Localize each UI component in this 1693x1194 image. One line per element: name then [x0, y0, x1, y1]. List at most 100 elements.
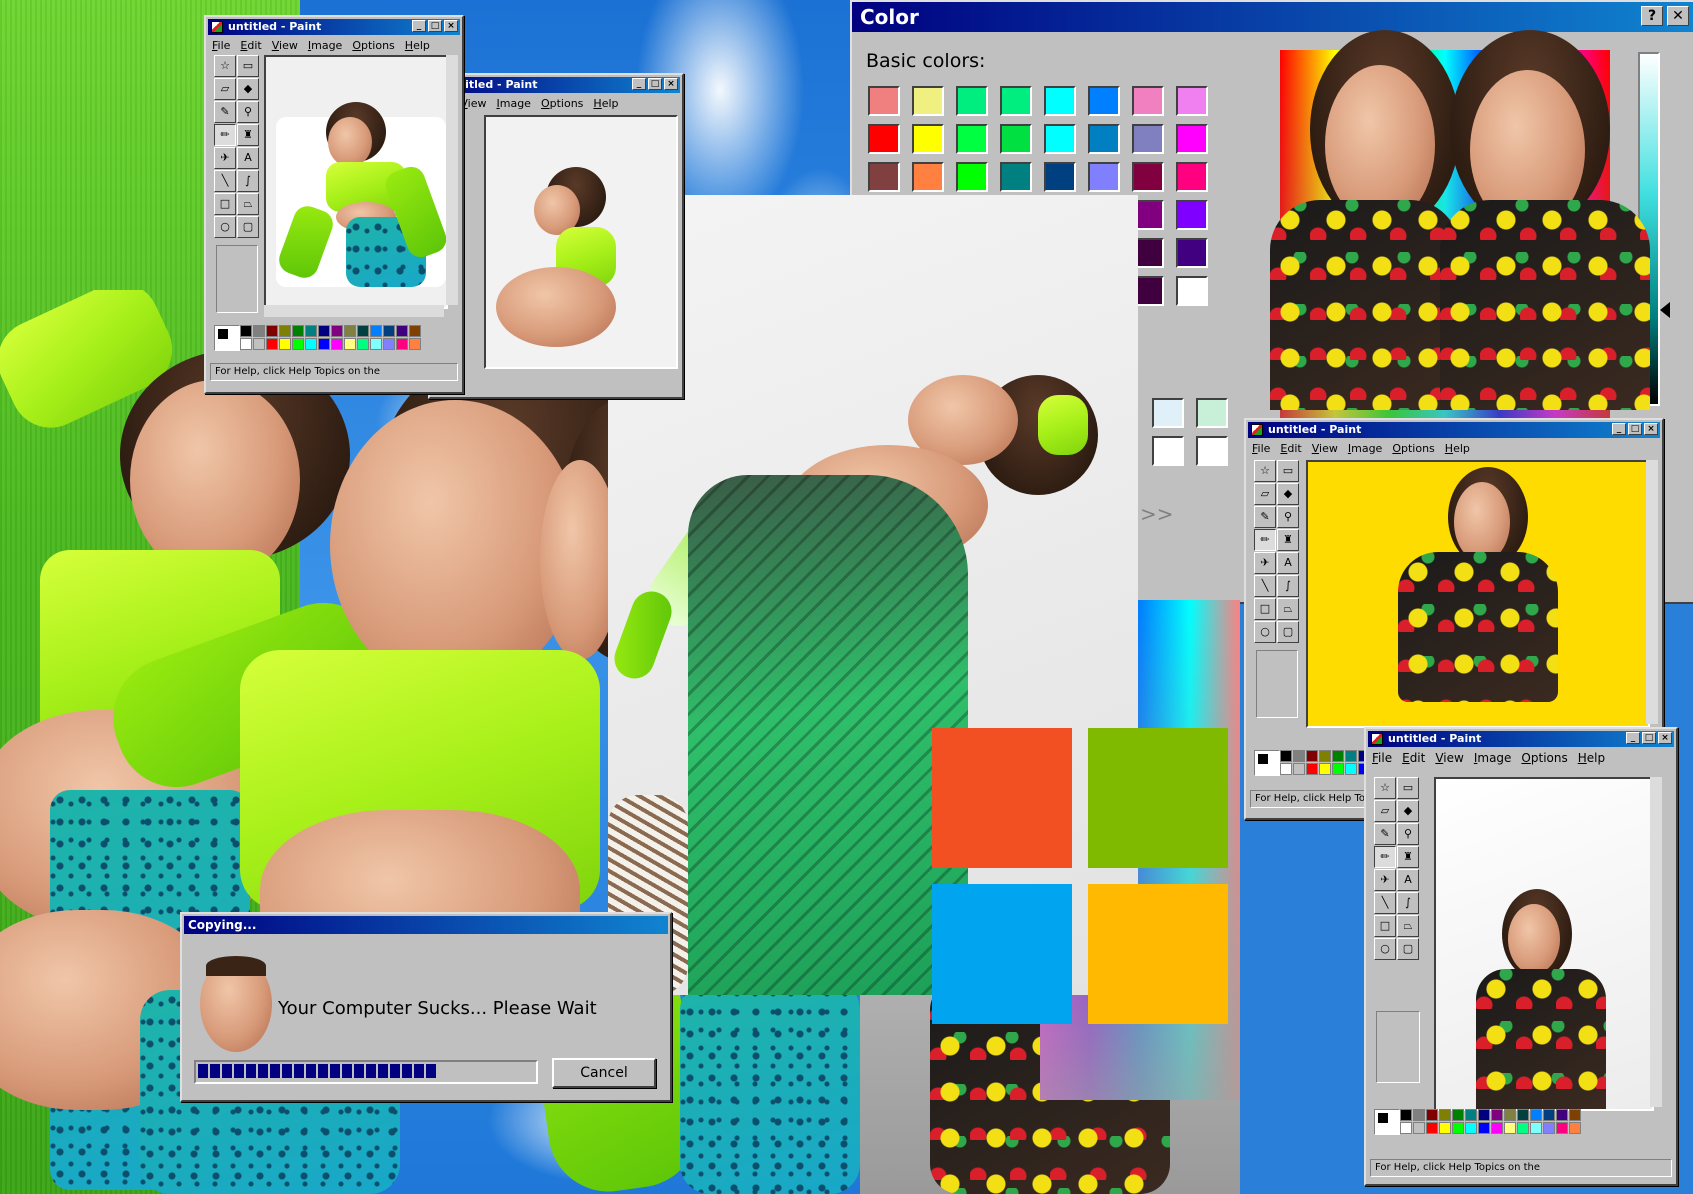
vertical-scrollbar[interactable] [1650, 777, 1662, 1107]
line-icon[interactable]: ╲ [1374, 892, 1396, 914]
palette-swatch[interactable] [1319, 750, 1331, 762]
basic-color-swatch[interactable] [1044, 124, 1076, 154]
maximize-button[interactable]: □ [1628, 423, 1642, 435]
line-icon[interactable]: ╲ [214, 170, 236, 192]
maximize-button[interactable]: □ [1642, 732, 1656, 744]
curve-icon[interactable]: ∫ [1397, 892, 1419, 914]
menu-options[interactable]: Options [1521, 751, 1567, 765]
picker-icon[interactable]: ✎ [214, 101, 236, 123]
menu-help[interactable]: Help [1445, 442, 1470, 455]
menu-edit[interactable]: Edit [1280, 442, 1301, 455]
rect-select-icon[interactable]: ▭ [237, 55, 259, 77]
palette-swatch[interactable] [1530, 1122, 1542, 1134]
basic-color-swatch[interactable] [1088, 124, 1120, 154]
polygon-icon[interactable]: ⏢ [1397, 915, 1419, 937]
close-button[interactable]: × [444, 20, 458, 32]
fill-icon[interactable]: ◆ [237, 78, 259, 100]
menu-edit[interactable]: Edit [240, 39, 261, 52]
menu-image[interactable]: Image [1348, 442, 1382, 455]
basic-color-swatch[interactable] [912, 162, 944, 192]
palette-swatch[interactable] [1530, 1109, 1542, 1121]
menu-options[interactable]: Options [541, 97, 583, 110]
palette-swatch[interactable] [344, 338, 356, 350]
palette-swatch[interactable] [396, 325, 408, 337]
text-icon[interactable]: A [1277, 552, 1299, 574]
palette-swatch[interactable] [1332, 750, 1344, 762]
palette-swatch[interactable] [1400, 1122, 1412, 1134]
palette-swatch[interactable] [1465, 1122, 1477, 1134]
curve-icon[interactable]: ∫ [237, 170, 259, 192]
basic-color-swatch[interactable] [868, 124, 900, 154]
menu-view[interactable]: View [1312, 442, 1338, 455]
rectangle-icon[interactable]: □ [1254, 598, 1276, 620]
more-colors-button[interactable]: >> [1140, 502, 1174, 526]
palette-swatch[interactable] [357, 338, 369, 350]
palette-swatch[interactable] [370, 338, 382, 350]
airbrush-icon[interactable]: ✈ [214, 147, 236, 169]
pencil-icon[interactable]: ✏ [1374, 846, 1396, 868]
palette-swatch[interactable] [1465, 1109, 1477, 1121]
basic-color-swatch[interactable] [1176, 124, 1208, 154]
palette-swatch[interactable] [1452, 1109, 1464, 1121]
palette-swatch[interactable] [396, 338, 408, 350]
paint-canvas[interactable] [1306, 460, 1650, 728]
picker-icon[interactable]: ✎ [1254, 506, 1276, 528]
palette-swatch[interactable] [1306, 763, 1318, 775]
fill-icon[interactable]: ◆ [1277, 483, 1299, 505]
palette-swatch[interactable] [1504, 1122, 1516, 1134]
palette-swatch[interactable] [1413, 1109, 1425, 1121]
minimize-button[interactable]: _ [1626, 732, 1640, 744]
basic-color-swatch[interactable] [912, 86, 944, 116]
palette-swatch[interactable] [331, 338, 343, 350]
palette-swatch[interactable] [1280, 750, 1292, 762]
menu-help[interactable]: Help [1578, 751, 1605, 765]
palette-swatch[interactable] [357, 325, 369, 337]
rounded-rect-icon[interactable]: ▢ [237, 216, 259, 238]
basic-color-swatch[interactable] [1044, 86, 1076, 116]
basic-color-swatch[interactable] [956, 124, 988, 154]
palette-swatch[interactable] [409, 338, 421, 350]
menu-view[interactable]: View [1435, 751, 1463, 765]
rect-select-icon[interactable]: ▭ [1277, 460, 1299, 482]
free-select-icon[interactable]: ☆ [214, 55, 236, 77]
palette-swatch[interactable] [1504, 1109, 1516, 1121]
palette-swatch[interactable] [1306, 750, 1318, 762]
basic-color-swatch[interactable] [1176, 86, 1208, 116]
palette-swatch[interactable] [1293, 763, 1305, 775]
palette-swatch[interactable] [1413, 1122, 1425, 1134]
rounded-rect-icon[interactable]: ▢ [1277, 621, 1299, 643]
menu-options[interactable]: Options [1392, 442, 1434, 455]
paint-canvas[interactable] [1434, 777, 1654, 1111]
polygon-icon[interactable]: ⏢ [1277, 598, 1299, 620]
basic-color-swatch[interactable] [1000, 86, 1032, 116]
basic-color-swatch[interactable] [1176, 162, 1208, 192]
palette-swatch[interactable] [1400, 1109, 1412, 1121]
palette-swatch[interactable] [1426, 1122, 1438, 1134]
ellipse-icon[interactable]: ○ [1374, 938, 1396, 960]
close-button[interactable]: × [1644, 423, 1658, 435]
menu-help[interactable]: Help [593, 97, 618, 110]
palette-swatch[interactable] [383, 325, 395, 337]
horizontal-scrollbar[interactable] [264, 305, 444, 317]
menu-help[interactable]: Help [405, 39, 430, 52]
menu-file[interactable]: File [1372, 751, 1392, 765]
basic-color-swatch[interactable] [868, 86, 900, 116]
palette-swatch[interactable] [279, 338, 291, 350]
ellipse-icon[interactable]: ○ [214, 216, 236, 238]
basic-color-swatch[interactable] [1176, 200, 1208, 230]
menu-file[interactable]: File [1252, 442, 1270, 455]
menu-view[interactable]: View [460, 97, 486, 110]
palette-swatch[interactable] [1426, 1109, 1438, 1121]
picker-icon[interactable]: ✎ [1374, 823, 1396, 845]
basic-color-swatch[interactable] [1176, 276, 1208, 306]
menu-image[interactable]: Image [496, 97, 530, 110]
close-button[interactable]: × [664, 78, 678, 90]
paint-canvas[interactable] [264, 55, 451, 309]
custom-color-swatch[interactable] [1152, 436, 1184, 466]
palette-swatch[interactable] [1345, 750, 1357, 762]
palette-swatch[interactable] [1543, 1122, 1555, 1134]
magnifier-icon[interactable]: ⚲ [1277, 506, 1299, 528]
free-select-icon[interactable]: ☆ [1254, 460, 1276, 482]
menu-file[interactable]: File [212, 39, 230, 52]
palette-swatch[interactable] [1517, 1122, 1529, 1134]
